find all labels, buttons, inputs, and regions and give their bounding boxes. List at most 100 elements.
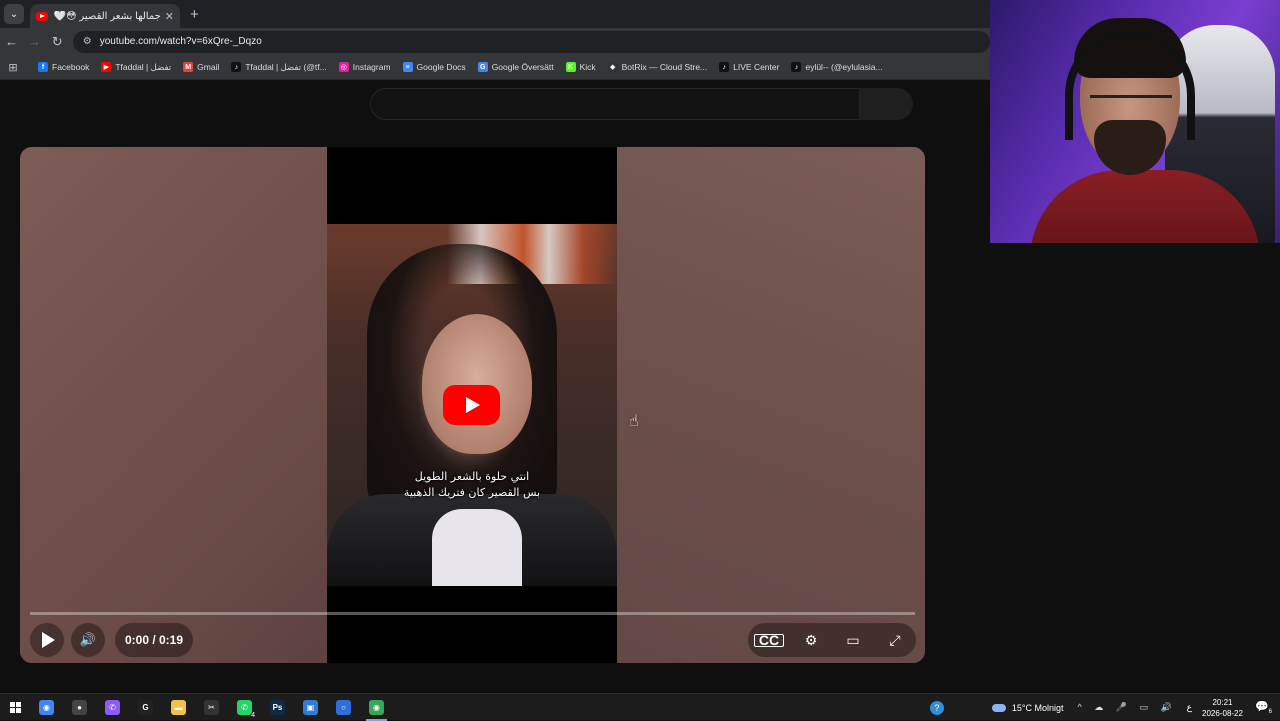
video-caption: انتي حلوة بالشعر الطويل بس القصير كان فت… [327, 469, 617, 501]
chrome-icon: ◉ [39, 699, 54, 715]
bookmark-label: Google Docs [416, 62, 466, 72]
taskbar-app[interactable]: ▬ [162, 694, 195, 721]
taskbar-app[interactable]: ● [63, 694, 96, 721]
instagram-icon: ◎ [338, 62, 349, 72]
notification-icon[interactable]: 💬6 [1255, 700, 1272, 715]
search-button[interactable] [860, 88, 913, 120]
site-info-icon[interactable]: ⚙ [83, 36, 92, 47]
clock-date: 2026-08-22 [1202, 708, 1243, 718]
taskbar-app[interactable]: G [129, 694, 162, 721]
reload-button[interactable]: ↻ [46, 34, 69, 50]
taskbar-app[interactable]: ▣ [294, 694, 327, 721]
notification-count: 6 [1268, 709, 1272, 716]
bookmark-item[interactable]: G Google Översätt [477, 62, 554, 72]
bookmark-item[interactable]: ♪ Tfaddal | تفضل (@tf... [231, 61, 327, 73]
taskbar-app[interactable]: ◉ [360, 694, 393, 721]
big-play-button[interactable] [443, 385, 500, 425]
cloud-icon [991, 703, 1006, 712]
bookmark-item[interactable]: M Gmail [183, 62, 219, 72]
tab-search-dropdown[interactable]: ⌄ [4, 4, 24, 24]
time-display: 0:00 / 0:19 [115, 623, 193, 657]
taskbar-app[interactable]: ✆ 4 [228, 694, 261, 721]
bookmark-item[interactable]: f Facebook [38, 62, 89, 72]
kick-icon: K [565, 62, 576, 72]
bookmark-label: Tfaddal | تفضل (@tf... [245, 61, 327, 72]
theater-mode-icon[interactable]: ▭ [838, 632, 868, 649]
start-button[interactable] [0, 701, 30, 713]
weather-widget[interactable]: 15°C Molnigt [991, 702, 1064, 713]
weather-text: 15°C Molnigt [1011, 702, 1064, 713]
bookmarks-bar: ⊞ f Facebook ▶ Tfaddal | تفضل M Gmail ♪ Tfaddal… [0, 55, 990, 80]
tiktok-icon: ♪ [719, 62, 730, 72]
tray-icons[interactable]: ^ ☁ 🎤 ▭ 🔊 [1078, 702, 1177, 713]
chrome-active-icon: ◉ [369, 699, 384, 715]
blurred-backdrop-right [617, 147, 925, 663]
google-translate-icon: G [477, 62, 488, 72]
bookmark-item[interactable]: ◎ Instagram [338, 62, 391, 72]
bookmark-item[interactable]: ≡ Google Docs [402, 62, 466, 72]
gmail-icon: M [183, 62, 194, 72]
google-docs-icon: ≡ [402, 62, 413, 72]
bookmark-label: Instagram [352, 62, 391, 72]
bookmark-item[interactable]: ◆ BotRix — Cloud Stre... [607, 62, 708, 72]
messenger-icon: ✆ [105, 699, 120, 715]
video-player[interactable]: انتي حلوة بالشعر الطويل بس القصير كان فت… [20, 147, 925, 663]
botrix-icon: ◆ [607, 62, 618, 72]
photoshop-icon: Ps [270, 699, 285, 715]
tab-strip: ⌄ جمالها بشعر القصير 😳🤍 #مسلسل ✕ + [0, 0, 990, 28]
webcam-overlay [990, 0, 1280, 243]
tiktok-icon: ♪ [231, 62, 242, 72]
youtube-icon: ▶ [101, 62, 112, 72]
bookmark-item[interactable]: ♪ eylül-- (@eylulasia... [791, 62, 883, 72]
new-tab-button[interactable]: + [190, 6, 199, 23]
hand-cursor-icon: ☝ [629, 413, 639, 430]
file-explorer-icon: ▬ [171, 699, 186, 715]
right-controls: CC ⚙ ▭ ⤢ [748, 623, 916, 657]
settings-icon[interactable]: ⚙ [796, 632, 826, 649]
whatsapp-icon: ✆ [237, 699, 252, 715]
volume-icon[interactable]: 🔊 [71, 623, 105, 657]
subtitles-button[interactable]: CC [754, 632, 784, 648]
caption-line-2: بس القصير كان فتريك الذهبية [403, 486, 541, 499]
shirt [432, 509, 522, 586]
bookmark-label: BotRix — Cloud Stre... [621, 62, 708, 72]
bookmark-item[interactable]: ♪ LIVE Center [719, 62, 779, 72]
bookmark-label: Tfaddal | تفضل [115, 61, 172, 72]
caption-line-1: انتي حلوة بالشعر الطويل [414, 470, 530, 483]
apps-grid-icon[interactable]: ⊞ [0, 61, 26, 74]
address-bar[interactable]: ⚙ youtube.com/watch?v=6xQre-_Dqzo [72, 30, 990, 53]
play-button[interactable] [30, 623, 64, 657]
toolbar: ← → ↻ ⚙ youtube.com/watch?v=6xQre-_Dqzo [0, 28, 990, 55]
app-ring-icon: ○ [336, 699, 351, 715]
g-hub-icon: G [138, 699, 153, 715]
bookmark-item[interactable]: ▶ Tfaddal | تفضل [101, 62, 171, 73]
help-icon[interactable]: ? [929, 700, 944, 715]
taskbar-app[interactable]: ◉ [30, 694, 63, 721]
taskbar-app[interactable]: ○ [327, 694, 360, 721]
blurred-backdrop-left [20, 147, 327, 663]
face [422, 314, 532, 454]
fullscreen-icon[interactable]: ⤢ [880, 632, 910, 649]
active-tab[interactable]: جمالها بشعر القصير 😳🤍 #مسلسل ✕ [30, 4, 180, 28]
capcut-icon: ✂ [204, 699, 219, 715]
forward-button[interactable]: → [23, 34, 46, 49]
language-indicator[interactable]: ع [1187, 702, 1192, 713]
taskbar-app[interactable]: ✂ [195, 694, 228, 721]
progress-bar[interactable] [30, 612, 915, 615]
close-tab-icon[interactable]: ✕ [165, 10, 174, 23]
bookmark-item[interactable]: K Kick [565, 62, 596, 72]
facebook-icon: f [38, 62, 48, 72]
clock[interactable]: 20:21 2026-08-22 [1202, 697, 1243, 719]
clock-time: 20:21 [1212, 697, 1233, 707]
cc-icon: CC [754, 633, 784, 647]
bookmark-label: Facebook [52, 62, 90, 72]
taskbar-app[interactable]: Ps [261, 694, 294, 721]
obs-icon: ● [72, 699, 87, 715]
video-frame[interactable]: انتي حلوة بالشعر الطويل بس القصير كان فت… [327, 147, 617, 663]
search-input[interactable] [370, 88, 860, 120]
desktop-icon: ▣ [303, 699, 318, 715]
bookmark-label: Kick [579, 62, 596, 72]
back-button[interactable]: ← [0, 34, 23, 49]
bookmark-label: Google Översätt [491, 62, 554, 72]
taskbar-app[interactable]: ✆ [96, 694, 129, 721]
